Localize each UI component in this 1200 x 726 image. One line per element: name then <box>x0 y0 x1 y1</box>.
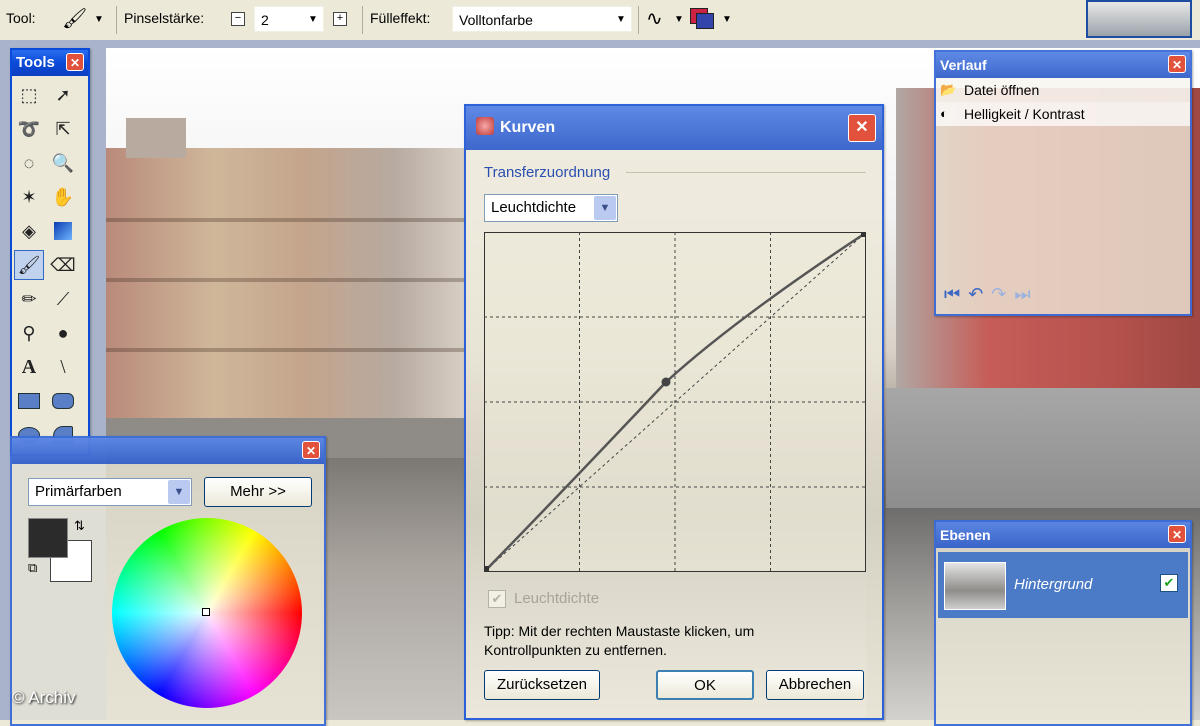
pencil-icon[interactable]: ✏ <box>14 284 44 314</box>
history-window-title: Verlauf <box>940 57 987 73</box>
paintbrush-tool-icon[interactable]: 🖌 <box>14 250 44 280</box>
color-wheel-cursor[interactable] <box>202 608 210 616</box>
gradient-icon[interactable] <box>48 216 78 246</box>
tools-window-title: Tools <box>16 54 55 71</box>
fill-combo[interactable]: Volltonfarbe <box>452 6 632 32</box>
curves-graph[interactable] <box>484 232 866 572</box>
brush-size-dropdown-arrow[interactable]: ▼ <box>308 14 318 25</box>
history-item-label: Helligkeit / Kontrast <box>964 106 1085 122</box>
tip-line: Kontrollpunkten zu entfernen. <box>484 642 667 658</box>
curves-mode-value: Leuchtdichte <box>491 199 577 216</box>
folder-icon: 📂 <box>940 82 957 97</box>
color-mode-select[interactable]: Primärfarben ▼ <box>28 478 192 506</box>
curves-tip-text: Tipp: Mit der rechten Maustaste klicken,… <box>484 622 754 660</box>
reset-colors-icon[interactable]: ⧉ <box>28 560 37 576</box>
brush-size-increase-button[interactable]: + <box>333 12 347 26</box>
tools-window: Tools ✕ ⬚ ➚ ➰ ⇱ ◌ 🔍 ✶ ✋ ◈ 🖌 ⌫ ✏ ⟋ ⚲ ● A … <box>10 48 90 456</box>
layers-window: Ebenen ✕ Hintergrund ✔ <box>934 520 1192 726</box>
tool-dropdown-arrow[interactable]: ▼ <box>94 14 104 25</box>
history-first-icon[interactable]: ⏮ <box>944 284 968 304</box>
layer-thumbnail <box>944 562 1006 610</box>
brush-size-value: 2 <box>261 12 269 28</box>
color-mode-value: Primärfarben <box>35 483 122 500</box>
layers-window-title: Ebenen <box>940 527 991 543</box>
layer-row[interactable]: Hintergrund ✔ <box>938 552 1188 618</box>
curves-dialog-close-button[interactable]: ✕ <box>848 114 876 142</box>
curves-dialog: Kurven ✕ Transferzuordnung Leuchtdichte … <box>464 104 884 720</box>
history-window: Verlauf ✕ 📂 Datei öffnen ◐ Helligkeit / … <box>934 50 1192 316</box>
undo-icon[interactable]: ↶ <box>968 284 991 304</box>
curves-app-icon <box>476 117 494 135</box>
line-curve-icon[interactable]: ⧵ <box>48 352 78 382</box>
paint-bucket-icon[interactable]: ◈ <box>14 216 44 246</box>
history-item[interactable]: ◐ Helligkeit / Kontrast <box>936 102 1190 126</box>
history-item[interactable]: 📂 Datei öffnen <box>936 78 1190 102</box>
toolbar-separator <box>638 6 639 34</box>
move-selected-icon[interactable]: ⇱ <box>48 114 78 144</box>
antialias-dropdown-arrow[interactable]: ▼ <box>674 14 684 25</box>
paintbrush-icon[interactable]: 🖌 <box>62 6 87 31</box>
blend-mode-dropdown-arrow[interactable]: ▼ <box>722 14 732 25</box>
tools-window-close-button[interactable]: ✕ <box>66 53 84 71</box>
rectangle-select-icon[interactable]: ⬚ <box>14 80 44 110</box>
magic-wand-icon[interactable]: ✶ <box>14 182 44 212</box>
more-colors-button[interactable]: Mehr >> <box>204 477 312 507</box>
curve-endpoint-white[interactable] <box>861 232 866 237</box>
fill-dropdown-arrow[interactable]: ▼ <box>616 14 626 25</box>
lasso-select-icon[interactable]: ➰ <box>14 114 44 144</box>
image-thumbnail-tab[interactable] <box>1086 0 1192 38</box>
primary-color-swatch[interactable] <box>28 518 68 558</box>
color-picker-icon[interactable]: ⟋ <box>48 284 78 314</box>
main-toolbar: Tool: 🖌 ▼ Pinselstärke: − 2 ▼ + Fülleffe… <box>0 0 1200 41</box>
layer-visibility-checkbox[interactable]: ✔ <box>1160 574 1178 592</box>
group-divider <box>626 172 866 173</box>
eraser-icon[interactable]: ⌫ <box>48 250 78 280</box>
recolor-icon[interactable]: ● <box>48 318 78 348</box>
reset-button[interactable]: Zurücksetzen <box>484 670 600 700</box>
layers-window-close-button[interactable]: ✕ <box>1168 525 1186 543</box>
move-selection-icon[interactable]: ➚ <box>48 80 78 110</box>
redo-icon[interactable]: ↷ <box>991 284 1014 304</box>
layer-name: Hintergrund <box>1014 576 1093 593</box>
brush-size-label: Pinselstärke: <box>124 10 205 26</box>
toolbar-separator <box>362 6 363 34</box>
rounded-rectangle-shape-icon[interactable] <box>48 386 78 416</box>
history-window-close-button[interactable]: ✕ <box>1168 55 1186 73</box>
toolbar-separator <box>116 6 117 34</box>
brush-size-decrease-button[interactable]: − <box>231 12 245 26</box>
tip-line: Tipp: Mit der rechten Maustaste klicken,… <box>484 623 755 639</box>
zoom-icon[interactable]: 🔍 <box>48 148 78 178</box>
luminosity-checkbox-label: Leuchtdichte <box>514 590 600 607</box>
brightness-icon: ◐ <box>940 106 948 121</box>
transfer-map-group-label: Transferzuordnung <box>484 164 611 181</box>
curve-control-point[interactable] <box>661 377 671 387</box>
history-last-icon[interactable]: ⏭ <box>1014 284 1038 304</box>
swap-colors-icon[interactable]: ⇅ <box>74 518 85 534</box>
ok-button[interactable]: OK <box>656 670 754 700</box>
pan-hand-icon[interactable]: ✋ <box>48 182 78 212</box>
color-wheel[interactable] <box>112 518 302 708</box>
fill-value: Volltonfarbe <box>459 12 533 28</box>
curves-mode-select[interactable]: Leuchtdichte ▼ <box>484 194 618 222</box>
colors-window-close-button[interactable]: ✕ <box>302 441 320 459</box>
chevron-down-icon: ▼ <box>594 196 616 220</box>
blend-mode-icon[interactable] <box>690 8 714 29</box>
colors-window: ✕ Primärfarben ▼ Mehr >> ⇅ ⧉ <box>10 436 326 726</box>
clone-stamp-icon[interactable]: ⚲ <box>14 318 44 348</box>
fill-label: Fülleffekt: <box>370 10 431 26</box>
luminosity-checkbox[interactable]: ✔ <box>488 590 506 608</box>
ellipse-select-icon[interactable]: ◌ <box>14 148 44 178</box>
chevron-down-icon: ▼ <box>168 480 190 504</box>
curves-dialog-title: Kurven <box>500 119 556 136</box>
tool-label: Tool: <box>6 10 36 26</box>
text-tool-icon[interactable]: A <box>14 352 44 382</box>
tool-grid: ⬚ ➚ ➰ ⇱ ◌ 🔍 ✶ ✋ ◈ 🖌 ⌫ ✏ ⟋ ⚲ ● A ⧵ <box>12 76 88 458</box>
antialias-curve-icon[interactable]: ∿ <box>646 6 663 31</box>
history-item-label: Datei öffnen <box>964 82 1040 98</box>
cancel-button[interactable]: Abbrechen <box>766 670 864 700</box>
curve-endpoint-black[interactable] <box>484 566 489 571</box>
rectangle-shape-icon[interactable] <box>14 386 44 416</box>
copyright-watermark: © Archiv <box>12 688 76 707</box>
